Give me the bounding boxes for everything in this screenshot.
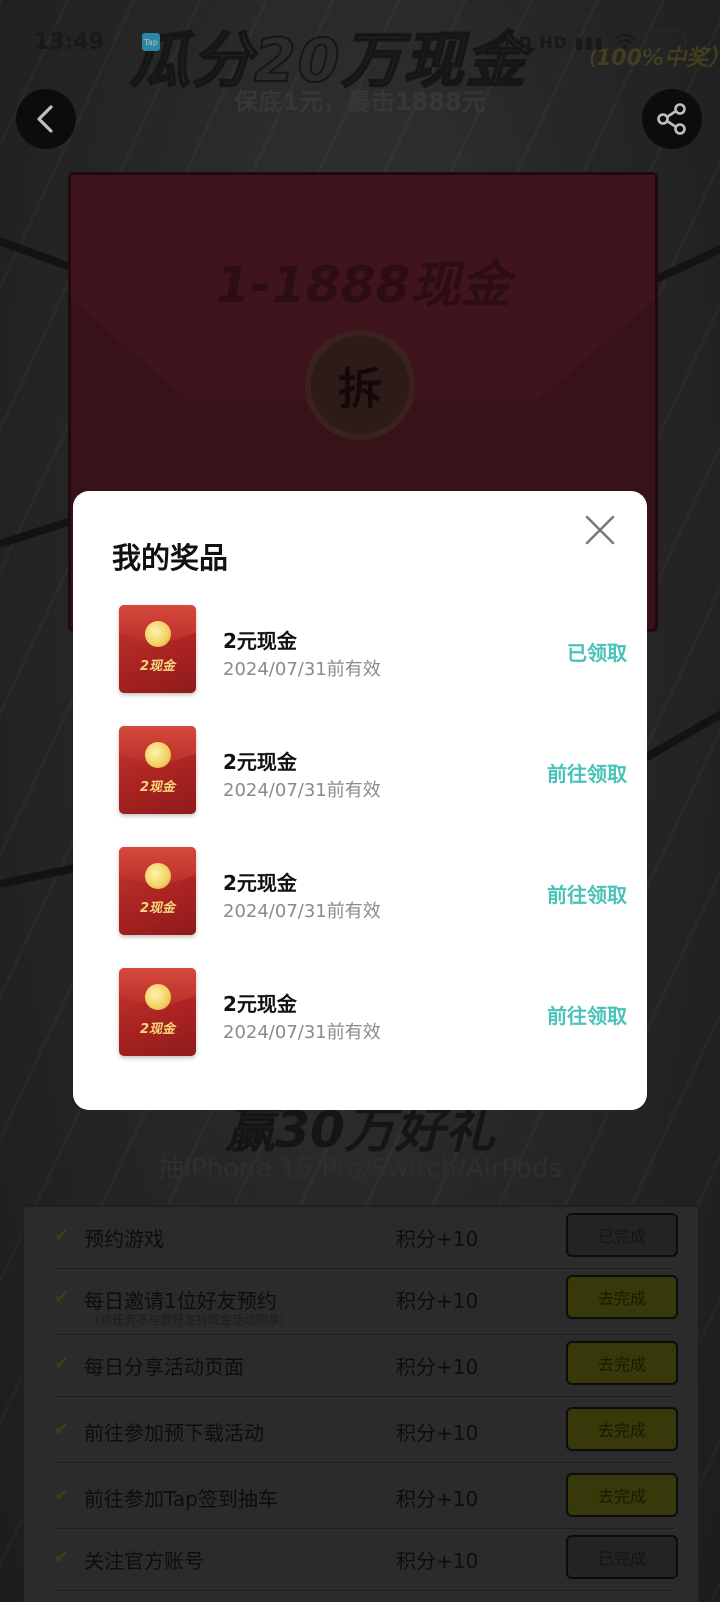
prize-expiry: 2024/07/31前有效 [223,780,381,801]
claim-prize-link[interactable]: 前往领取 [547,879,627,908]
prize-item: 2现金 2元现金 2024/07/31前有效 前往领取 [119,968,627,1060]
claim-prize-link[interactable]: 前往领取 [547,758,627,787]
prize-item: 2现金 2元现金 2024/07/31前有效 已领取 [119,605,627,697]
prize-expiry: 2024/07/31前有效 [223,901,381,922]
prize-item: 2现金 2元现金 2024/07/31前有效 前往领取 [119,726,627,818]
prize-image-label: 2现金 [139,659,176,674]
coin-icon [145,863,171,889]
prize-image-label: 2现金 [139,780,176,795]
prize-item: 2现金 2元现金 2024/07/31前有效 前往领取 [119,847,627,939]
red-envelope-image: 2现金 [119,605,196,693]
prize-name: 2元现金 [223,871,297,895]
prize-image-label: 2现金 [139,901,176,916]
coin-icon [145,621,171,647]
close-icon [585,515,615,545]
claim-prize-link[interactable]: 前往领取 [547,1000,627,1029]
prize-expiry: 2024/07/31前有效 [223,1022,381,1043]
red-envelope-image: 2现金 [119,968,196,1056]
prize-name: 2元现金 [223,750,297,774]
prize-name: 2元现金 [223,992,297,1016]
my-prizes-dialog: 我的奖品 2现金 2元现金 2024/07/31前有效 已领取 2现金 2元现金… [73,491,647,1110]
close-button[interactable] [583,513,617,547]
coin-icon [145,984,171,1010]
red-envelope-image: 2现金 [119,847,196,935]
red-envelope-image: 2现金 [119,726,196,814]
prize-claimed-status: 已领取 [567,641,627,665]
prize-name: 2元现金 [223,629,297,653]
prize-image-label: 2现金 [139,1022,176,1037]
prize-expiry: 2024/07/31前有效 [223,659,381,680]
coin-icon [145,742,171,768]
dialog-title: 我的奖品 [112,541,229,575]
